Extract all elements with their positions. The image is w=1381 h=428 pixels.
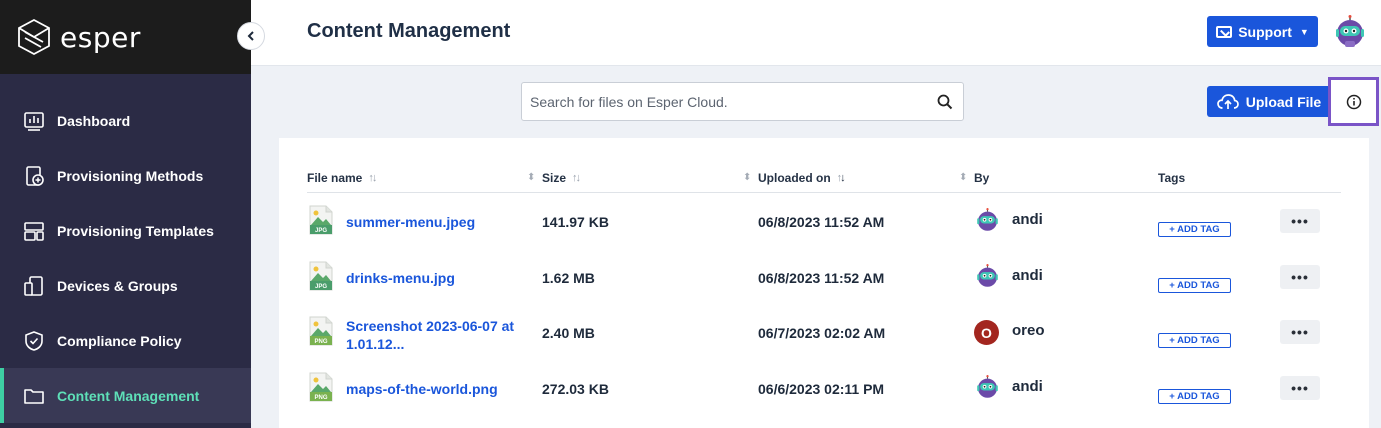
uploaded-on: 06/8/2023 11:52 AM: [758, 214, 885, 230]
file-size: 141.97 KB: [542, 214, 609, 230]
file-size: 1.62 MB: [542, 270, 595, 286]
uploaded-by: andi: [1012, 267, 1043, 284]
file-name-link[interactable]: summer-menu.jpeg: [346, 213, 475, 231]
row-actions-button[interactable]: •••: [1280, 265, 1320, 289]
uploaded-on: 06/8/2023 11:52 AM: [758, 270, 885, 286]
column-resize-handle[interactable]: ⬍: [527, 172, 535, 183]
sidebar-item-provisioning-templates[interactable]: Provisioning Templates: [0, 203, 251, 258]
add-tag-button[interactable]: + ADD TAG: [1158, 222, 1231, 237]
sidebar-item-label: Content Management: [57, 387, 200, 404]
uploaded-by: andi: [1012, 211, 1043, 228]
upload-file-label: Upload File: [1245, 93, 1322, 110]
file-name-line: summer-menu.jpeg: [346, 214, 476, 230]
row-actions-button[interactable]: •••: [1280, 320, 1320, 344]
header-divider: [307, 192, 1341, 193]
upload-file-button[interactable]: Upload File: [1207, 86, 1331, 117]
jpg-file-icon: JPG: [309, 261, 333, 291]
shield-icon: [23, 330, 45, 352]
sidebar-item-label: Provisioning Templates: [57, 222, 214, 239]
search-box: [521, 82, 964, 121]
folder-icon: [23, 385, 45, 407]
file-size: 2.40 MB: [542, 325, 595, 341]
column-header-uploaded-on[interactable]: Uploaded on ↑↓: [758, 171, 846, 185]
uploaded-on: 06/6/2023 02:11 PM: [758, 381, 885, 397]
column-header-size[interactable]: Size ↑↓: [542, 171, 581, 185]
robot-avatar-icon: [975, 375, 1000, 400]
sort-icon[interactable]: ↑↓: [572, 172, 581, 184]
support-button[interactable]: Support ▼: [1207, 16, 1318, 47]
devices-icon: [23, 275, 45, 297]
page-title: Content Management: [307, 20, 511, 42]
sidebar-item-dashboard[interactable]: Dashboard: [0, 93, 251, 148]
column-header-tags: Tags: [1158, 171, 1186, 185]
search-input[interactable]: [522, 83, 922, 120]
sort-desc-icon[interactable]: ↑↓: [837, 172, 846, 184]
collapse-sidebar-button[interactable]: [237, 22, 265, 50]
brand-name: esper: [60, 20, 141, 54]
chevron-down-icon: ▼: [1299, 26, 1309, 37]
column-resize-handle[interactable]: ⬍: [959, 172, 967, 183]
uploaded-on: 06/7/2023 02:02 AM: [758, 325, 886, 341]
file-name-link[interactable]: drinks-menu.jpg: [346, 269, 455, 287]
jpg-file-icon: JPG: [309, 205, 333, 235]
robot-avatar-icon: [975, 264, 1000, 289]
row-actions-button[interactable]: •••: [1280, 376, 1320, 400]
info-button[interactable]: [1328, 77, 1379, 126]
provisioning-methods-icon: [23, 165, 45, 187]
add-tag-button[interactable]: + ADD TAG: [1158, 389, 1231, 404]
uploaded-by: oreo: [1012, 322, 1045, 339]
sidebar-item-provisioning-methods[interactable]: Provisioning Methods: [0, 148, 251, 203]
column-header-file-name[interactable]: File name ↑↓: [307, 171, 377, 185]
file-name-link[interactable]: maps-of-the-world.png: [346, 380, 498, 398]
svg-text:PNG: PNG: [314, 395, 327, 401]
add-tag-button[interactable]: + ADD TAG: [1158, 333, 1231, 348]
chevron-left-icon: [247, 31, 254, 41]
user-avatar: O: [974, 320, 999, 345]
info-icon: [1346, 94, 1361, 109]
add-tag-button[interactable]: + ADD TAG: [1158, 278, 1231, 293]
svg-text:JPG: JPG: [315, 228, 327, 234]
file-name-line: 1.01.12...: [346, 336, 405, 352]
sidebar: esper Dashboard Provisioning Methods Pro…: [0, 0, 251, 428]
search-icon[interactable]: [937, 94, 953, 110]
mail-icon: [1216, 25, 1233, 38]
uploaded-by: andi: [1012, 378, 1043, 395]
provisioning-templates-icon: [23, 220, 45, 242]
dashboard-icon: [23, 110, 45, 132]
robot-avatar-icon: [975, 208, 1000, 233]
header: Content Management Support ▼: [251, 0, 1381, 66]
sidebar-item-content-management[interactable]: Content Management: [0, 368, 251, 423]
column-header-by[interactable]: By: [974, 171, 989, 185]
sidebar-item-compliance-policy[interactable]: Compliance Policy: [0, 313, 251, 368]
column-resize-handle[interactable]: ⬍: [743, 172, 751, 183]
support-label: Support: [1238, 23, 1292, 40]
svg-text:PNG: PNG: [314, 339, 327, 345]
file-name-link[interactable]: Screenshot 2023-06-07 at 1.01.12...: [346, 317, 514, 353]
brand[interactable]: esper: [0, 0, 251, 74]
file-name-line: maps-of-the-world.png: [346, 381, 498, 397]
file-name-line: drinks-menu.jpg: [346, 270, 455, 286]
esper-logo-icon: [18, 18, 50, 56]
svg-text:JPG: JPG: [315, 284, 327, 290]
sidebar-item-devices-groups[interactable]: Devices & Groups: [0, 258, 251, 313]
png-file-icon: PNG: [309, 316, 333, 346]
sidebar-item-label: Devices & Groups: [57, 277, 178, 294]
sidebar-item-label: Provisioning Methods: [57, 167, 204, 184]
sort-icon[interactable]: ↑↓: [368, 172, 377, 184]
png-file-icon: PNG: [309, 372, 333, 402]
sidebar-item-label: Dashboard: [57, 112, 131, 129]
sidebar-item-label: Compliance Policy: [57, 332, 182, 349]
cloud-upload-icon: [1216, 93, 1239, 109]
user-avatar[interactable]: [1333, 15, 1367, 49]
row-actions-button[interactable]: •••: [1280, 209, 1320, 233]
file-name-line: Screenshot 2023-06-07 at: [346, 318, 515, 334]
file-size: 272.03 KB: [542, 381, 609, 397]
